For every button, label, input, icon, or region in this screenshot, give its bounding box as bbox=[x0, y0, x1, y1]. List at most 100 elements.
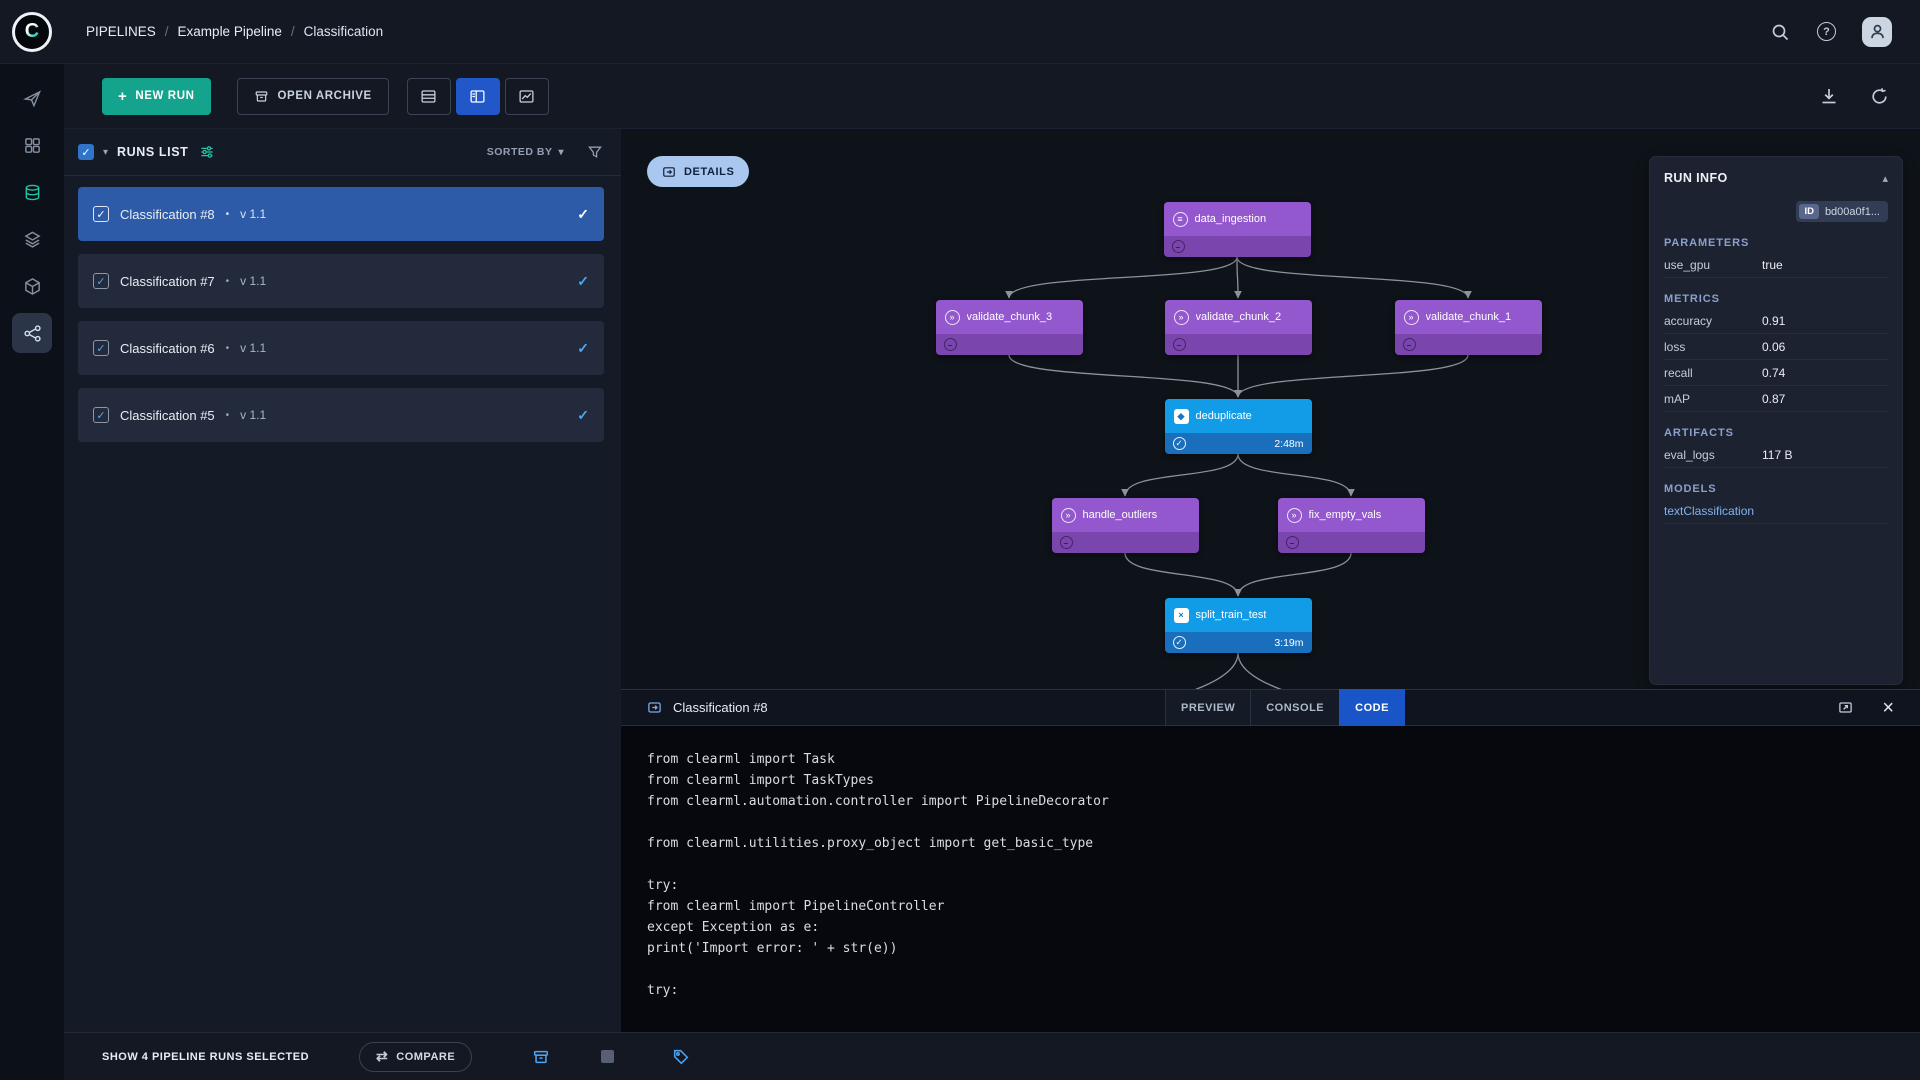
pipeline-node-deduplicate[interactable]: ◆ deduplicate ✓ 2:48m bbox=[1164, 399, 1312, 454]
selection-summary[interactable]: SHOW 4 PIPELINE RUNS SELECTED bbox=[102, 1051, 309, 1063]
node-runtime: 3:19m bbox=[1274, 636, 1304, 649]
collapse-chevron-icon[interactable]: ▴ bbox=[1882, 172, 1888, 185]
sidebar-item-hyperdatasets[interactable] bbox=[12, 172, 52, 212]
run-row[interactable]: ✓ Classification #6 • v 1.1 ✓ bbox=[78, 321, 604, 375]
run-info-sections: PARAMETERS use_gpu true METRICS accuracy 0.91… bbox=[1664, 237, 1888, 524]
run-version: v 1.1 bbox=[240, 341, 267, 355]
info-key: use_gpu bbox=[1664, 257, 1711, 272]
code-viewer[interactable]: from clearml import Task from clearml imp… bbox=[621, 726, 1920, 1004]
details-button[interactable]: DETAILS bbox=[647, 156, 750, 187]
run-checkbox[interactable]: ✓ bbox=[93, 407, 109, 423]
sidebar-item-datasets[interactable] bbox=[12, 125, 52, 165]
sidebar-item-experiments[interactable] bbox=[12, 219, 52, 259]
breadcrumb-separator: / bbox=[290, 24, 295, 39]
toolbar-right-actions bbox=[1818, 85, 1920, 107]
split-view-button[interactable] bbox=[455, 77, 500, 115]
pipeline-node-data_ingestion[interactable]: ≡ data_ingestion – bbox=[1163, 202, 1311, 257]
help-icon[interactable]: ? bbox=[1817, 22, 1836, 41]
code-line: except Exception as e: bbox=[647, 920, 820, 935]
status-completed-icon: ✓ bbox=[1172, 437, 1186, 450]
sorted-by-dropdown[interactable]: SORTED BY ▾ bbox=[487, 146, 564, 158]
node-status-bar: – bbox=[1394, 334, 1542, 355]
tab-code[interactable]: CODE bbox=[1339, 689, 1405, 726]
breadcrumb-project[interactable]: Example Pipeline bbox=[178, 24, 282, 39]
node-status-bar: ✓ 3:19m bbox=[1164, 632, 1312, 653]
chevrons-icon: » bbox=[1286, 507, 1302, 523]
search-icon[interactable] bbox=[1769, 21, 1791, 43]
compare-button[interactable]: ⇄ COMPARE bbox=[359, 1041, 473, 1072]
code-line: from clearml.automation.controller impor… bbox=[647, 794, 1109, 809]
sidebar-item-pipelines[interactable] bbox=[12, 313, 52, 353]
code-line: from clearml import Task bbox=[647, 752, 835, 767]
tab-console[interactable]: CONSOLE bbox=[1250, 689, 1341, 726]
sidebar-item-projects[interactable] bbox=[12, 78, 52, 118]
breadcrumb-pipelines[interactable]: PIPELINES bbox=[86, 24, 156, 39]
logo-letter: C bbox=[24, 20, 40, 42]
run-row[interactable]: ✓ Classification #8 • v 1.1 ✓ bbox=[78, 187, 604, 241]
info-row: textClassification bbox=[1664, 498, 1888, 524]
run-checkbox[interactable]: ✓ bbox=[93, 273, 109, 289]
models-icon bbox=[23, 277, 42, 296]
plus-icon: + bbox=[118, 87, 128, 105]
abort-icon[interactable] bbox=[596, 1050, 618, 1063]
run-name: Classification #5 bbox=[120, 407, 215, 423]
clearml-app: C PIPELINES / Example Pipeline / Classif… bbox=[0, 0, 1920, 1080]
info-key: mAP bbox=[1664, 391, 1691, 406]
node-header: ≡ data_ingestion bbox=[1163, 202, 1311, 236]
tune-icon[interactable] bbox=[199, 144, 215, 160]
pipeline-node-validate_chunk_3[interactable]: » validate_chunk_3 – bbox=[935, 300, 1083, 355]
expand-panel-icon[interactable] bbox=[1834, 697, 1856, 719]
info-row: recall 0.74 bbox=[1664, 360, 1888, 386]
archive-action-icon[interactable] bbox=[530, 1048, 552, 1066]
chevron-down-icon[interactable]: ▾ bbox=[103, 147, 108, 158]
new-run-button[interactable]: + NEW RUN bbox=[102, 77, 211, 115]
run-name: Classification #6 bbox=[120, 340, 215, 356]
chevron-down-icon: ▾ bbox=[558, 146, 564, 158]
run-row[interactable]: ✓ Classification #5 • v 1.1 ✓ bbox=[78, 388, 604, 442]
pipelines-icon bbox=[23, 324, 42, 343]
app-sidebar bbox=[0, 64, 64, 1080]
clearml-logo[interactable]: C bbox=[0, 0, 64, 64]
download-icon[interactable] bbox=[1818, 85, 1840, 107]
info-row: accuracy 0.91 bbox=[1664, 308, 1888, 334]
id-badge: ID bbox=[1799, 204, 1819, 219]
run-status-check-icon: ✓ bbox=[577, 272, 589, 289]
run-row[interactable]: ✓ Classification #7 • v 1.1 ✓ bbox=[78, 254, 604, 308]
section-title: PARAMETERS bbox=[1664, 237, 1750, 249]
status-pending-icon: – bbox=[1171, 240, 1185, 253]
node-status-bar: – bbox=[1164, 334, 1312, 355]
run-info-title: RUN INFO bbox=[1664, 171, 1728, 185]
filter-icon[interactable] bbox=[587, 144, 603, 160]
pipeline-node-fix_empty_vals[interactable]: » fix_empty_vals – bbox=[1277, 498, 1425, 553]
run-name: Classification #7 bbox=[120, 273, 215, 289]
info-value: true bbox=[1762, 257, 1783, 272]
open-archive-button[interactable]: OPEN ARCHIVE bbox=[236, 77, 389, 115]
chart-view-button[interactable] bbox=[504, 77, 549, 115]
runs-panel: ✓ ▾ RUNS LIST SORTED BY ▾ ✓ Classificatio… bbox=[64, 129, 621, 1032]
section-title: ARTIFACTS bbox=[1664, 427, 1734, 439]
run-id-pill[interactable]: ID bd00a0f1... bbox=[1796, 201, 1888, 222]
projects-icon bbox=[22, 89, 42, 108]
pipeline-node-validate_chunk_2[interactable]: » validate_chunk_2 – bbox=[1164, 300, 1312, 355]
chevrons-icon: » bbox=[1173, 309, 1189, 325]
pipeline-node-split_train_test[interactable]: × split_train_test ✓ 3:19m bbox=[1164, 598, 1312, 653]
node-label: fix_empty_vals bbox=[1308, 509, 1382, 521]
auto-refresh-icon[interactable] bbox=[1868, 85, 1890, 107]
archive-icon bbox=[254, 89, 269, 104]
run-checkbox[interactable]: ✓ bbox=[93, 340, 109, 356]
close-icon[interactable]: × bbox=[1882, 698, 1894, 718]
pipeline-node-validate_chunk_1[interactable]: » validate_chunk_1 – bbox=[1394, 300, 1542, 355]
info-key[interactable]: textClassification bbox=[1664, 504, 1754, 518]
pipeline-node-handle_outliers[interactable]: » handle_outliers – bbox=[1051, 498, 1199, 553]
node-label: validate_chunk_2 bbox=[1195, 311, 1282, 323]
section-title: MODELS bbox=[1664, 483, 1717, 495]
avatar[interactable] bbox=[1862, 16, 1892, 47]
bottom-panel-actions: × bbox=[1834, 697, 1894, 719]
sidebar-item-models[interactable] bbox=[12, 266, 52, 306]
run-checkbox[interactable]: ✓ bbox=[93, 206, 109, 222]
tags-icon[interactable] bbox=[670, 1048, 692, 1066]
select-all-checkbox[interactable]: ✓ bbox=[78, 144, 94, 160]
table-view-button[interactable] bbox=[406, 77, 451, 115]
tab-preview[interactable]: PREVIEW bbox=[1165, 689, 1252, 726]
code-line: from clearml import TaskTypes bbox=[647, 773, 874, 788]
